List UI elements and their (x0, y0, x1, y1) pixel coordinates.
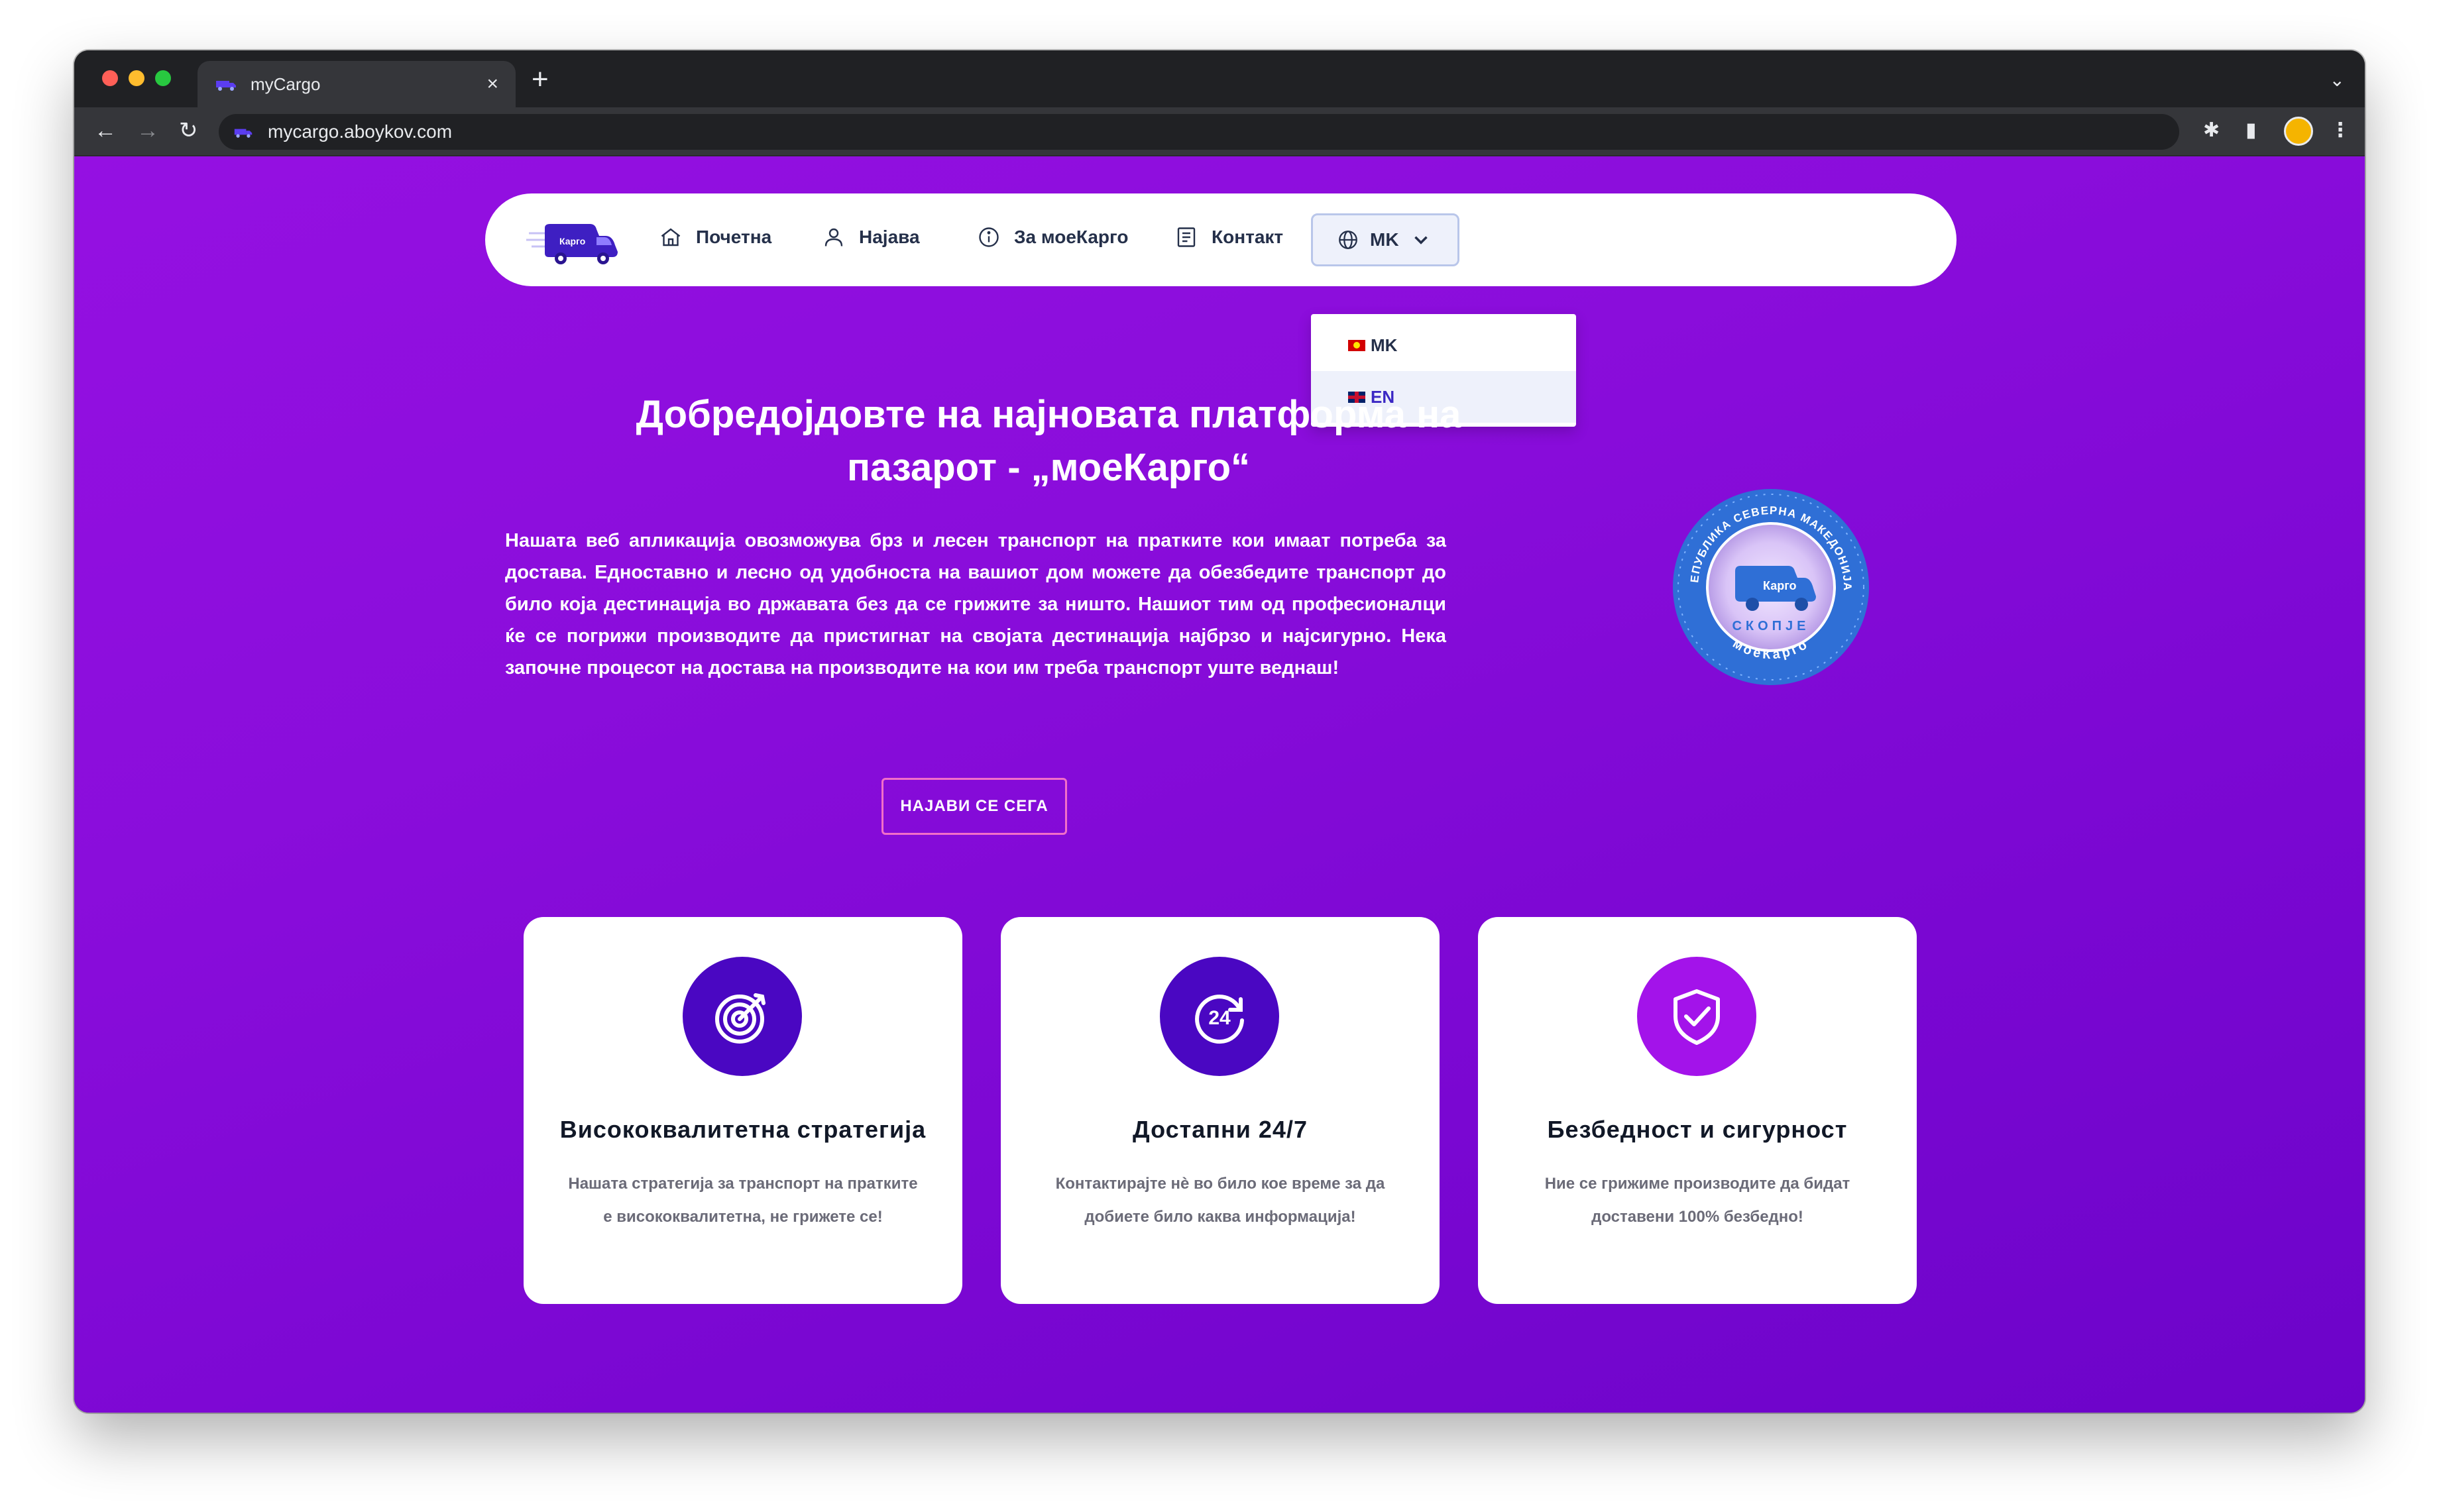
card-text: Нашата стратегија за транспорт на пратки… (568, 1175, 918, 1226)
nav-item-login[interactable]: Најава (822, 225, 920, 249)
info-icon (979, 227, 999, 247)
tab-close-icon[interactable]: × (486, 74, 498, 94)
new-tab-button[interactable]: + (532, 65, 549, 94)
logo-text: Карго (559, 236, 585, 246)
address-bar[interactable]: mycargo.aboykov.com (219, 114, 2179, 150)
chevron-down-icon (1414, 236, 1428, 244)
nav-item-label: Најава (859, 227, 920, 247)
card-text: Ние се грижиме производите да бидат дост… (1544, 1175, 1850, 1226)
nav-item-label: Контакт (1212, 227, 1284, 247)
hero-title: Добредојдовте на најновата платформа на … (636, 393, 1461, 489)
nav-item-label: За моеКарго (1014, 227, 1129, 247)
forward-arrow-icon[interactable]: → (137, 119, 159, 142)
nav-item-about[interactable]: За моеКарго (977, 225, 1128, 249)
clock-badge-text: 24 (1208, 1007, 1231, 1029)
globe-icon (1339, 231, 1357, 249)
user-icon (824, 228, 843, 246)
browser-window: myCargo × + ⌄ ← → ↻ mycargo.aboykov.com … (74, 50, 2365, 1413)
language-option-mk[interactable]: MK (1311, 319, 1576, 371)
language-dropdown-button[interactable]: MK (1311, 213, 1459, 266)
truck-favicon-icon (216, 81, 236, 91)
clock-24-icon: 24 (1195, 995, 1244, 1044)
macedonia-flag-icon (1348, 339, 1365, 351)
more-menu-icon[interactable]: ⋮ (2330, 121, 2350, 140)
language-option-label: MK (1371, 335, 1398, 355)
card-title: Безбедност и сигурност (1547, 1116, 1848, 1143)
site-navbar: Карго Почетна Најава За моеКарго Контакт… (485, 193, 1957, 286)
hero-description: Нашата веб апликација овозможува брз и л… (505, 530, 1446, 678)
reload-icon[interactable]: ↻ (179, 119, 198, 142)
browser-toolbar: ← → ↻ mycargo.aboykov.com ✱ ▮ ⋮ (74, 107, 2365, 156)
nav-item-contact[interactable]: Контакт (1174, 225, 1283, 249)
profile-avatar[interactable] (2284, 117, 2313, 146)
seal-city-text: СКОПЈЕ (1732, 619, 1809, 633)
side-panel-icon[interactable]: ▮ (2245, 121, 2257, 140)
close-window-button[interactable] (102, 70, 118, 86)
page-viewport: Карго Почетна Најава За моеКарго Контакт… (74, 156, 2365, 1413)
feature-card-strategy: Висококвалитетна стратегија Нашата страт… (524, 917, 962, 1304)
card-icon-circle (1637, 957, 1756, 1076)
card-text: Контактирајте нè во било кое време за да… (1055, 1175, 1385, 1226)
back-arrow-icon[interactable]: ← (94, 119, 117, 142)
browser-tab[interactable]: myCargo × (198, 61, 516, 107)
site-favicon-icon (234, 129, 253, 138)
tab-strip: myCargo × + ⌄ (74, 50, 2365, 107)
feature-card-availability: 24 Достапни 24/7 Контактирајте нè во бил… (1001, 917, 1440, 1304)
nav-item-home[interactable]: Почетна (659, 225, 771, 249)
mycargo-logo[interactable]: Карго (525, 216, 620, 266)
language-selected-label: MK (1370, 229, 1399, 250)
shield-check-icon (1673, 989, 1720, 1045)
mycargo-seal-badge: моеКарго • РЕПУБЛИКА СЕВЕРНА МАКЕДОНИЈА … (1672, 488, 1869, 685)
maximize-window-button[interactable] (155, 70, 171, 86)
feature-card-security: Безбедност и сигурност Ние се грижиме пр… (1478, 917, 1917, 1304)
tab-title: myCargo (251, 74, 321, 94)
home-icon (661, 228, 681, 246)
target-icon (715, 993, 766, 1044)
card-icon-circle (683, 957, 802, 1076)
card-title: Достапни 24/7 (1133, 1116, 1308, 1143)
card-title: Висококвалитетна стратегија (559, 1116, 927, 1143)
seal-logo-text: Карго (1763, 579, 1796, 592)
url-text: mycargo.aboykov.com (268, 121, 453, 142)
login-now-button[interactable]: НАЈАВИ СЕ СЕГА (881, 778, 1067, 835)
extensions-puzzle-icon[interactable]: ✱ (2203, 121, 2220, 140)
tab-search-icon[interactable]: ⌄ (2330, 69, 2345, 91)
minimize-window-button[interactable] (129, 70, 144, 86)
document-icon (1177, 227, 1196, 247)
card-icon-circle: 24 (1160, 957, 1279, 1076)
nav-item-label: Почетна (696, 227, 772, 247)
